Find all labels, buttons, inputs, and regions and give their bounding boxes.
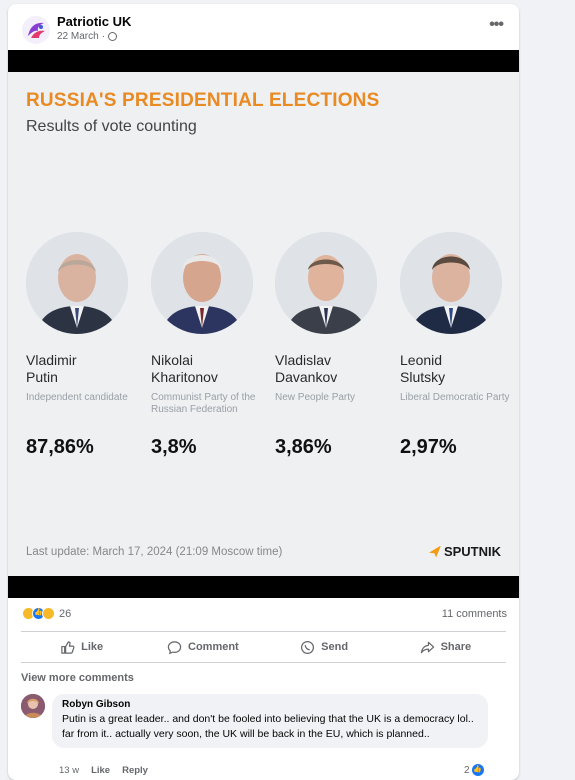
comment-age[interactable]: 13 w	[59, 765, 79, 776]
candidate-percent: 87,86%	[26, 436, 94, 458]
candidate-party: Communist Party of the Russian Federatio…	[151, 392, 256, 415]
candidate-party: Liberal Democratic Party	[400, 392, 510, 403]
reactions[interactable]: 👍 26	[22, 607, 71, 620]
candidate-card: Vladislav Davankov New People Party 3,86…	[275, 232, 393, 459]
sputnik-logo: SPUTNIK	[428, 544, 501, 559]
candidate-name: Vladimir Putin	[26, 352, 77, 385]
thumbs-up-icon	[61, 640, 75, 654]
comment-reply-button[interactable]: Reply	[122, 765, 148, 776]
post-card: Patriotic UK 22 March · ••• RUSSIA'S PRE…	[8, 4, 519, 780]
commenter-avatar[interactable]	[21, 694, 45, 718]
candidate-photo	[151, 232, 253, 334]
candidate-card: Leonid Slutsky Liberal Democratic Party …	[400, 232, 518, 459]
candidate-name: Leonid Slutsky	[400, 352, 446, 385]
reaction-count: 26	[59, 607, 72, 620]
candidate-photo	[275, 232, 377, 334]
comment-author[interactable]: Robyn Gibson	[62, 699, 478, 710]
candidate-photo	[26, 232, 128, 334]
send-button[interactable]: Send	[264, 632, 385, 662]
candidate-percent: 2,97%	[400, 436, 457, 458]
last-update: Last update: March 17, 2024 (21:09 Mosco…	[26, 546, 283, 558]
comment-footer: 13 w Like Reply	[59, 765, 148, 776]
view-more-comments[interactable]: View more comments	[21, 672, 134, 684]
comment-button[interactable]: Comment	[142, 632, 263, 662]
like-button[interactable]: Like	[21, 632, 142, 662]
share-button[interactable]: Share	[385, 632, 506, 662]
graphic-subtitle: Results of vote counting	[26, 118, 197, 135]
comment-reactions[interactable]: 2 👍	[464, 764, 484, 776]
graphic-title: RUSSIA'S PRESIDENTIAL ELECTIONS	[26, 90, 380, 111]
comment-like-button[interactable]: Like	[91, 765, 110, 776]
like-reaction-icon: 👍	[471, 764, 484, 776]
candidate-party: Independent candidate	[26, 392, 128, 403]
wow-reaction-icon	[42, 607, 55, 620]
globe-icon	[108, 32, 118, 41]
candidate-name: Vladislav Davankov	[275, 352, 338, 385]
comment-text: Putin is a great leader.. and don't be f…	[62, 713, 474, 740]
candidate-percent: 3,8%	[151, 436, 197, 458]
candidate-card: Vladimir Putin Independent candidate 87,…	[26, 232, 144, 459]
candidate-photo	[400, 232, 502, 334]
candidate-party: New People Party	[275, 392, 356, 403]
post-meta: 22 March ·	[57, 31, 118, 42]
candidate-percent: 3,86%	[275, 436, 332, 458]
comment-bubble: Robyn Gibson Putin is a great leader.. a…	[52, 694, 488, 748]
post-header: Patriotic UK 22 March · •••	[8, 4, 519, 50]
candidate-name: Nikolai Kharitonov	[151, 352, 218, 385]
comment-icon	[167, 640, 182, 654]
post-stats: 👍 26 11 comments	[8, 604, 519, 626]
comment-count[interactable]: 11 comments	[442, 608, 507, 620]
divider	[21, 662, 506, 663]
election-graphic: RUSSIA'S PRESIDENTIAL ELECTIONS Results …	[8, 72, 519, 576]
comment-like-count: 2	[464, 764, 470, 776]
sputnik-icon	[428, 545, 441, 558]
page-name[interactable]: Patriotic UK	[57, 14, 131, 29]
candidate-card: Nikolai Kharitonov Communist Party of th…	[151, 232, 269, 459]
page-avatar[interactable]	[22, 16, 50, 44]
post-date[interactable]: 22 March	[57, 31, 99, 42]
post-image[interactable]: RUSSIA'S PRESIDENTIAL ELECTIONS Results …	[8, 50, 519, 598]
whatsapp-icon	[301, 640, 315, 654]
post-actions: Like Comment Send Share	[21, 632, 506, 662]
share-icon	[420, 641, 434, 653]
more-icon[interactable]: •••	[489, 16, 504, 34]
